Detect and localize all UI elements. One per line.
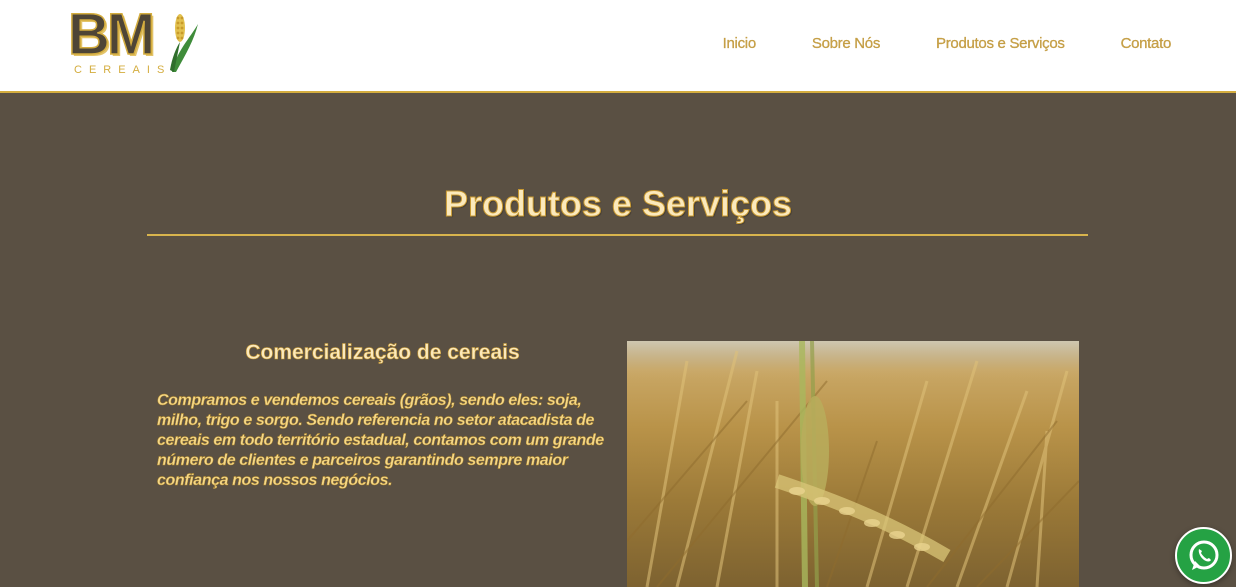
- nav-item-sobre-nos[interactable]: Sobre Nós: [812, 35, 881, 52]
- nav-item-produtos-e-servicos[interactable]: Produtos e Serviços: [936, 35, 1065, 52]
- logo-mark: BM: [67, 2, 156, 67]
- nav-item-contato[interactable]: Contato: [1120, 35, 1171, 52]
- logo[interactable]: BM CEREAIS: [67, 2, 200, 80]
- whatsapp-button[interactable]: [1175, 527, 1232, 584]
- section-title: Produtos e Serviços: [443, 183, 793, 225]
- corn-leaf-icon: [170, 14, 198, 72]
- service-description: Compramos e vendemos cereais (grãos), se…: [157, 392, 605, 489]
- title-divider: [147, 234, 1088, 236]
- logo-subtitle: CEREAIS: [74, 64, 172, 76]
- site-header: BM CEREAIS Inicio Sobre Nós Produtos e S…: [0, 0, 1236, 93]
- wheat-field-photo: [627, 341, 1079, 587]
- whatsapp-icon: [1189, 540, 1218, 570]
- main-nav: Inicio Sobre Nós Produtos e Serviços Con…: [723, 35, 1172, 52]
- nav-item-inicio[interactable]: Inicio: [723, 35, 757, 52]
- service-title: Comercialização de cereais: [245, 341, 520, 365]
